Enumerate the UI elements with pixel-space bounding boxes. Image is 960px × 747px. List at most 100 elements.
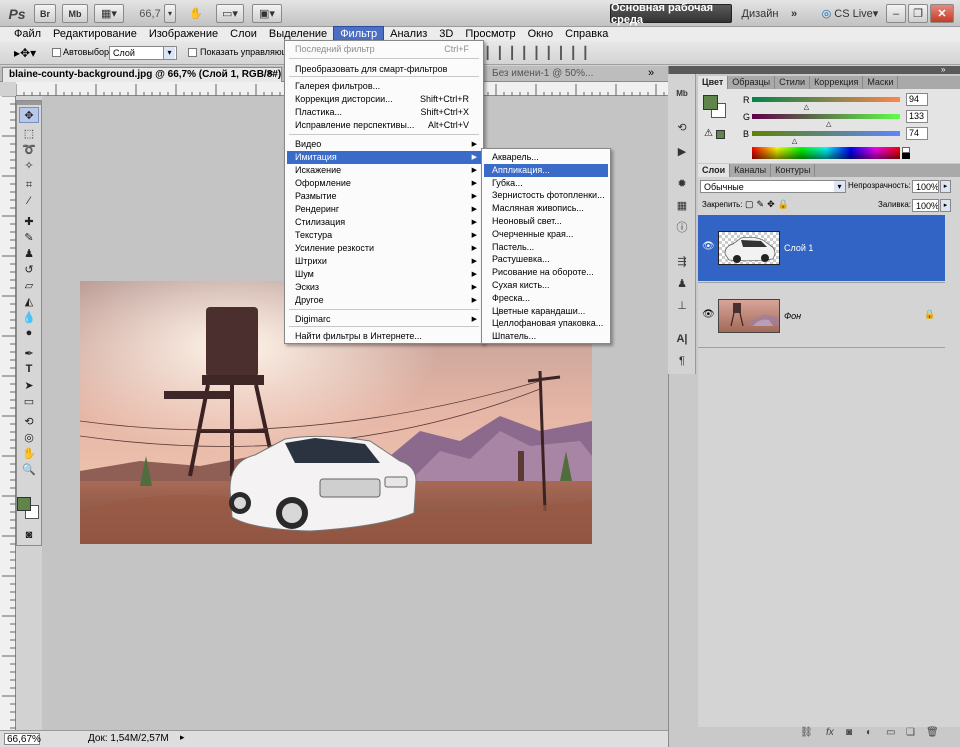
brush-presets-icon[interactable]: ⇶ [674,254,690,268]
artistic-submenu-item[interactable]: Аппликация... [484,163,608,177]
opacity-slider-button[interactable]: ▸ [940,180,951,193]
navigator-panel-icon[interactable]: ✹ [674,176,690,190]
pen-tool[interactable]: ✒ [19,345,39,361]
menu-3d[interactable]: 3D [433,27,459,41]
paint-bucket-tool[interactable]: ◭ [19,293,39,309]
tab-colortabs-0[interactable]: Цвет [698,76,729,89]
view-extras-button[interactable]: ▦▾ [94,4,124,23]
lock-icons[interactable]: ▢✎✥🔒 [745,199,792,210]
menu-select[interactable]: Выделение [263,27,333,41]
move-tool[interactable]: ✥ [19,107,39,123]
filter-menu-item[interactable]: Усиление резкости ▶ [287,242,481,255]
tab-layertabs-2[interactable]: Контуры [771,164,816,177]
crop-tool[interactable]: ⌗ [19,177,39,193]
layer-style-icon[interactable]: fx [826,727,834,738]
more-workspaces-button[interactable]: » [786,4,802,23]
menu-view[interactable]: Просмотр [459,27,521,41]
menu-help[interactable]: Справка [559,27,614,41]
quick-select-tool[interactable]: ✧ [19,157,39,173]
eraser-tool[interactable]: ▱ [19,277,39,293]
clone-stamp-tool[interactable]: ♟ [19,245,39,261]
move-tool-preset[interactable]: ▸✥▾ [14,46,36,60]
zoom-level[interactable]: 66,7 [138,4,162,23]
mini-bridge-panel-icon[interactable]: Mb [674,86,690,100]
character-panel-icon[interactable]: A| [674,332,690,346]
path-select-tool[interactable]: ➤ [19,377,39,393]
artistic-submenu-item[interactable]: Пастель... [484,241,608,254]
status-zoom[interactable]: 66,67% [4,733,41,745]
artistic-submenu-item[interactable]: Целлофановая упаковка... [484,317,608,330]
toolbox-grip[interactable] [17,101,41,105]
histogram-panel-icon[interactable]: ▦ [674,198,690,212]
g-slider-thumb[interactable]: △ [826,120,831,128]
filter-menu-item[interactable]: Размытие ▶ [287,190,481,203]
link-layers-icon[interactable]: ⛓ [800,727,813,738]
workspace-essentials-button[interactable]: Основная рабочая среда [610,2,732,26]
hand-zoom-tools[interactable]: ✋ [184,4,208,23]
menu-layer[interactable]: Слои [224,27,263,41]
collapse-dock-icon[interactable]: » [941,65,945,74]
zoom-dropdown[interactable]: ▾ [164,4,176,23]
warning-icon[interactable]: ⚠ [704,128,713,139]
history-brush-tool[interactable]: ↺ [19,261,39,277]
g-value-field[interactable]: 133 [906,110,928,123]
menu-image[interactable]: Изображение [143,27,224,41]
tab-colortabs-1[interactable]: Образцы [728,76,776,89]
artistic-submenu-item[interactable]: Очерченные края... [484,228,608,241]
filter-menu-item[interactable]: Шум ▶ [287,268,481,281]
tab-colortabs-4[interactable]: Маски [863,76,899,89]
paragraph-panel-icon[interactable]: ¶ [674,354,690,368]
g-slider-track[interactable] [752,114,900,119]
artistic-submenu-item[interactable]: Цветные карандаши... [484,305,608,318]
artistic-submenu-item[interactable]: Сухая кисть... [484,279,608,292]
filter-menu-item[interactable]: Пластика... Shift+Ctrl+X [287,106,481,119]
arrange-documents-button[interactable]: ▭▾ [216,4,244,23]
filter-menu-item[interactable]: Текстура ▶ [287,229,481,242]
artistic-submenu-item[interactable]: Акварель... [484,151,608,164]
tab-active-document[interactable]: blaine-county-background.jpg @ 66,7% (Сл… [2,67,282,82]
filter-menu-item[interactable]: Искажение ▶ [287,164,481,177]
b-value-field[interactable]: 74 [906,127,928,140]
fill-field[interactable]: 100% [912,199,939,212]
artistic-submenu-item[interactable]: Неоновый свет... [484,215,608,228]
align-buttons[interactable]: ┃┃┃┃┃┃┃┃┃ [484,46,594,60]
history-panel-icon[interactable]: ⟲ [674,120,690,134]
layer-mask-icon[interactable]: ◙ [846,727,852,738]
filter-menu-item[interactable]: Коррекция дисторсии... Shift+Ctrl+R [287,93,481,106]
hand-tool[interactable]: ✋ [19,445,39,461]
b-slider-thumb[interactable]: △ [792,137,797,145]
foreground-color-fill[interactable] [17,497,31,511]
artistic-submenu-item[interactable]: Губка... [484,177,608,190]
show-transform-checkbox[interactable] [188,48,197,57]
more-tabs-icon[interactable]: » [648,67,654,79]
status-menu-arrow[interactable]: ▸ [180,732,185,743]
blend-mode-dropdown[interactable]: Обычные ▾ [700,180,846,193]
color-fg-swatch[interactable] [703,95,718,110]
filter-menu-item[interactable]: Оформление ▶ [287,177,481,190]
3d-orbit-tool[interactable]: ◎ [19,429,39,445]
filter-menu-item[interactable]: Найти фильтры в Интернете... [287,330,481,343]
type-tool[interactable]: T [19,361,39,377]
artistic-submenu-item[interactable]: Растушевка... [484,253,608,266]
tab-layertabs-1[interactable]: Каналы [730,164,772,177]
filter-menu-item[interactable]: Штрихи ▶ [287,255,481,268]
filter-menu-item[interactable]: Другое ▶ [287,294,481,307]
blur-tool[interactable]: 💧 [19,309,39,325]
restore-button[interactable]: ❐ [908,4,928,23]
artistic-submenu-item[interactable]: Шпатель... [484,330,608,343]
filter-menu-item[interactable]: Digimarc ▶ [287,313,481,326]
filter-menu-item[interactable]: Рендеринг ▶ [287,203,481,216]
quick-mask-button[interactable]: ◙ [19,527,39,543]
filter-menu-item[interactable]: Последний фильтр Ctrl+F [287,43,481,56]
b-slider-track[interactable] [752,131,900,136]
delete-layer-icon[interactable]: 🗑 [926,727,939,738]
filter-menu-item[interactable]: Исправление перспективы... Alt+Ctrl+V [287,119,481,132]
background-layer-name[interactable]: Фон [784,311,801,321]
opacity-field[interactable]: 100% [912,180,939,193]
tab-untitled-document[interactable]: Без имени-1 @ 50%... [486,67,626,82]
clone-source-icon[interactable]: ♟ [674,276,690,290]
actions-panel-icon[interactable]: ▶ [674,144,690,158]
menu-analysis[interactable]: Анализ [384,27,433,41]
filter-menu-item[interactable]: Видео ▶ [287,138,481,151]
filter-menu-item[interactable]: Преобразовать для смарт-фильтров [287,63,481,76]
